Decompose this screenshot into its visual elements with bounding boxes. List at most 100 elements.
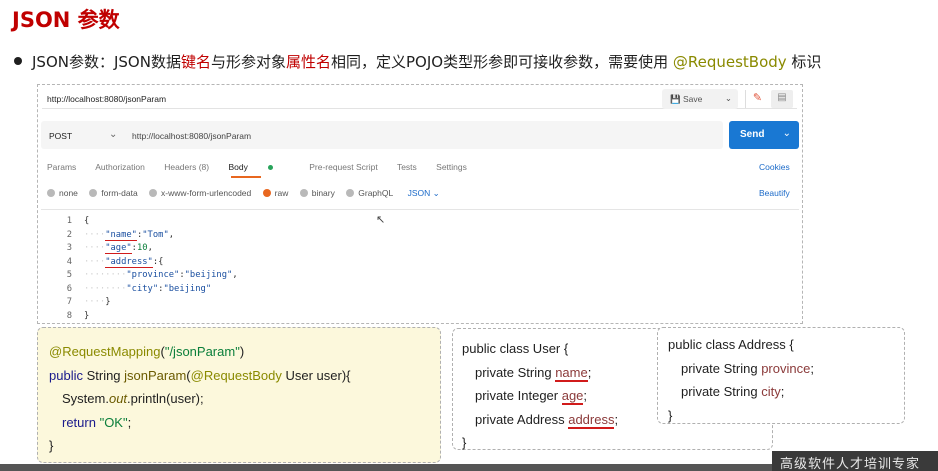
json-key-name: "name" (105, 229, 137, 241)
field-prefix: private Integer (475, 388, 562, 403)
tab-tests[interactable]: Tests (397, 162, 417, 172)
tab-authorization[interactable]: Authorization (95, 162, 145, 172)
field-address: address (568, 411, 615, 429)
class-header: public class Address { (668, 337, 794, 352)
body-option-raw[interactable]: raw (262, 188, 289, 198)
code-token: out (108, 391, 128, 406)
code-token: } (462, 435, 467, 450)
body-option-binary[interactable]: binary (299, 188, 335, 198)
url-input[interactable]: http://localhost:8080/jsonParam (132, 131, 251, 141)
code-keyword: return (62, 414, 100, 430)
indent-guide: ···· (84, 229, 106, 240)
code-token: } (105, 297, 111, 307)
field-prefix: private String (681, 384, 762, 399)
code-keyword: public (49, 367, 87, 383)
line-number: 4 (66, 256, 72, 267)
send-button[interactable]: Send ⌄ (729, 121, 799, 149)
line-number: 3 (66, 243, 72, 253)
tab-body[interactable]: Body (228, 162, 289, 172)
json-value-province: "beijing" (184, 270, 233, 280)
option-label: GraphQL (358, 188, 394, 198)
tab-params[interactable]: Params (47, 162, 76, 172)
json-body-editor[interactable]: 1{ 2 ····"name":"Tom", 3 ····"age":10, 4 ··… (58, 215, 238, 323)
mouse-cursor-icon: ↖ (376, 214, 386, 226)
json-key-city: "city" (126, 283, 159, 294)
save-button[interactable]: 💾 Save ⌄ (662, 89, 738, 109)
method-select[interactable]: POST (49, 131, 72, 141)
edit-icon[interactable]: ✎ (745, 90, 769, 108)
line-number: 5 (66, 270, 72, 280)
code-line: 8} (58, 310, 238, 324)
save-label: Save (682, 94, 703, 104)
json-key-province: "province" (126, 270, 180, 280)
method-name: jsonParam (124, 367, 187, 383)
tab-pre-request-script[interactable]: Pre-request Script (309, 162, 378, 172)
bullet-suffix: 相同，定义POJO类型形参即可接收参数，需要使用 (331, 53, 673, 71)
code-line: public String jsonParam(@RequestBody Use… (49, 364, 440, 388)
option-label: raw (274, 188, 289, 198)
code-line: public class Address { (668, 333, 904, 357)
bullet-mid: 与形参对象 (210, 53, 286, 71)
semicolon: ; (127, 414, 132, 430)
bullet-tail: 标识 (786, 53, 822, 71)
code-token: { (84, 216, 90, 226)
code-line: 4 ····"address":{ (58, 256, 238, 270)
semicolon: ; (810, 360, 814, 376)
code-colon-brace: :{ (152, 256, 164, 267)
option-label: binary (311, 188, 335, 198)
active-dot-icon (267, 165, 273, 171)
body-type-options: none form-data x-www-form-urlencoded raw… (47, 188, 440, 199)
radio-selected-icon (262, 188, 271, 197)
paren-close: ) (239, 344, 245, 359)
json-value-name: "Tom" (142, 229, 169, 240)
format-select[interactable]: JSON ⌄ (408, 188, 440, 198)
request-tab-url[interactable]: http://localhost:8080/jsonParam (47, 94, 166, 104)
chevron-down-icon[interactable]: ⌄ (109, 129, 117, 140)
radio-icon (89, 188, 98, 197)
bullet-dot-icon (14, 56, 22, 65)
field-city: city (761, 384, 781, 399)
line-number: 1 (66, 216, 72, 226)
option-label: x-www-form-urlencoded (161, 188, 252, 198)
option-label: form-data (101, 188, 138, 198)
json-value-city: "beijing" (163, 283, 212, 294)
code-line: private String province; (668, 357, 904, 381)
request-subtabs: Params Authorization Headers (8) Body Pr… (47, 162, 484, 172)
code-line: } (49, 434, 440, 458)
code-token: } (49, 438, 54, 453)
chevron-down-icon[interactable]: ⌄ (725, 93, 732, 104)
body-option-form-data[interactable]: form-data (89, 188, 138, 198)
body-option-graphql[interactable]: GraphQL (346, 188, 393, 198)
beautify-link[interactable]: Beautify (759, 188, 790, 198)
code-token: .println(user); (127, 391, 204, 406)
field-prefix: private Address (475, 411, 569, 427)
field-prefix: private String (681, 360, 762, 376)
request-mapping-annotation: @RequestMapping (49, 344, 161, 359)
field-name: name (555, 364, 588, 382)
chevron-down-icon[interactable]: ⌄ (783, 128, 791, 139)
body-option-none[interactable]: none (47, 188, 78, 198)
format-label: JSON (407, 188, 431, 198)
json-value-age: 10 (136, 243, 148, 253)
semicolon: ; (587, 364, 592, 380)
cookies-link[interactable]: Cookies (759, 162, 790, 172)
tab-settings[interactable]: Settings (436, 162, 467, 172)
documentation-icon[interactable]: ▤ (771, 90, 793, 108)
code-line: 1{ (58, 215, 238, 229)
bullet-prefix: JSON参数：JSON数据 (32, 53, 181, 71)
line-number: 7 (66, 297, 72, 307)
active-tab-underline (231, 176, 261, 178)
tab-headers[interactable]: Headers (8) (164, 162, 209, 172)
code-line: 2 ····"name":"Tom", (58, 229, 238, 243)
bullet-keyword-attribute: 属性名 (285, 53, 331, 71)
send-label: Send (740, 129, 765, 140)
field-prefix: private String (475, 364, 556, 380)
save-icon: 💾 (670, 94, 681, 104)
body-option-urlencoded[interactable]: x-www-form-urlencoded (149, 188, 251, 198)
chevron-down-icon: ⌄ (432, 188, 440, 198)
editor-divider (41, 209, 799, 210)
option-label: none (59, 188, 78, 198)
code-token: System. (62, 391, 109, 406)
code-line: private String city; (668, 380, 904, 404)
radio-icon (346, 188, 355, 197)
